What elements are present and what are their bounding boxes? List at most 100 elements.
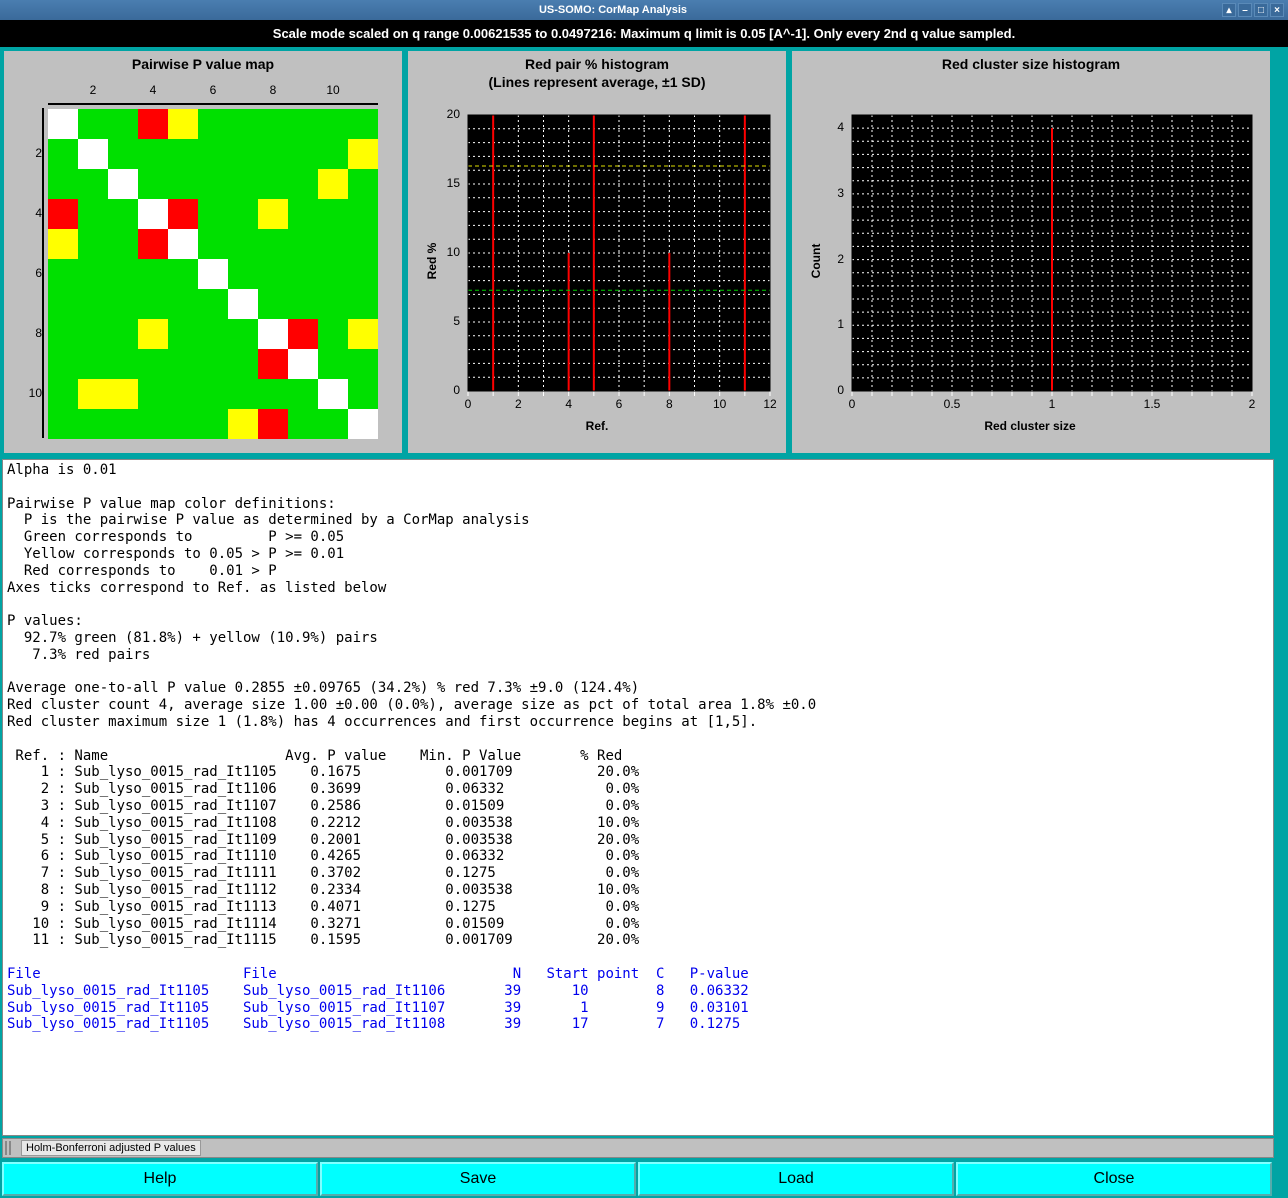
heatmap-cell xyxy=(348,409,378,439)
heatmap-cell xyxy=(228,139,258,169)
heatmap-cell xyxy=(258,349,288,379)
heatmap-cell xyxy=(228,199,258,229)
heatmap-cell xyxy=(48,379,78,409)
heatmap-cell xyxy=(138,109,168,139)
heatmap-cell xyxy=(78,109,108,139)
heatmap-cell xyxy=(48,409,78,439)
heatmap-cell xyxy=(288,379,318,409)
rollup-icon[interactable]: ▴ xyxy=(1222,3,1236,17)
heatmap-cell xyxy=(348,139,378,169)
heatmap-cell xyxy=(198,109,228,139)
minimize-icon[interactable]: – xyxy=(1238,3,1252,17)
heatmap-cell xyxy=(168,319,198,349)
heatmap-cell xyxy=(48,259,78,289)
heatmap-cell xyxy=(318,379,348,409)
close-icon[interactable]: × xyxy=(1270,3,1284,17)
scale-banner: Scale mode scaled on q range 0.00621535 … xyxy=(0,20,1288,47)
heatmap-cell xyxy=(348,109,378,139)
histogram-plot[interactable]: 02468101205101520Ref.Red % xyxy=(412,95,782,449)
heatmap-cell xyxy=(48,199,78,229)
heatmap-cell xyxy=(168,349,198,379)
heatmap-cell xyxy=(288,169,318,199)
heatmap-cell xyxy=(198,409,228,439)
heatmap-cell xyxy=(348,169,378,199)
heatmap-cell xyxy=(348,229,378,259)
heatmap-cell xyxy=(138,199,168,229)
pairwise-plot[interactable]: 246810246810 xyxy=(8,77,398,449)
heatmap-cell xyxy=(288,289,318,319)
heatmap-cell xyxy=(348,289,378,319)
heatmap-cell xyxy=(138,379,168,409)
heatmap-cell xyxy=(168,169,198,199)
heatmap-cell xyxy=(48,109,78,139)
pairwise-panel: Pairwise P value map 246810246810 xyxy=(4,51,402,453)
heatmap-cell xyxy=(198,319,228,349)
maximize-icon[interactable]: □ xyxy=(1254,3,1268,17)
heatmap-cell xyxy=(168,109,198,139)
statusbar: Holm-Bonferroni adjusted P values xyxy=(2,1138,1274,1158)
save-button[interactable]: Save xyxy=(320,1162,636,1196)
heatmap-cell xyxy=(108,379,138,409)
heatmap-cell xyxy=(348,199,378,229)
histogram-title: Red pair % histogram(Lines represent ave… xyxy=(412,55,782,91)
heatmap-cell xyxy=(78,319,108,349)
heatmap-cell xyxy=(108,169,138,199)
heatmap-cell xyxy=(348,379,378,409)
heatmap-cell xyxy=(318,169,348,199)
heatmap-cell xyxy=(318,409,348,439)
heatmap-cell xyxy=(318,199,348,229)
heatmap-cell xyxy=(78,259,108,289)
heatmap-cell xyxy=(288,109,318,139)
heatmap-cell xyxy=(288,259,318,289)
heatmap-cell xyxy=(228,289,258,319)
heatmap-cell xyxy=(348,259,378,289)
heatmap-cell xyxy=(318,139,348,169)
heatmap-cell xyxy=(48,289,78,319)
heatmap-cell xyxy=(228,229,258,259)
statusbar-handle-icon[interactable] xyxy=(5,1141,17,1155)
heatmap-cell xyxy=(138,409,168,439)
close-button[interactable]: Close xyxy=(956,1162,1272,1196)
heatmap-cell xyxy=(138,289,168,319)
heatmap-cell xyxy=(78,229,108,259)
heatmap-cell xyxy=(318,349,348,379)
heatmap-cell xyxy=(48,139,78,169)
heatmap-cell xyxy=(198,199,228,229)
heatmap-cell xyxy=(288,319,318,349)
load-button[interactable]: Load xyxy=(638,1162,954,1196)
help-button[interactable]: Help xyxy=(2,1162,318,1196)
titlebar: US-SOMO: CorMap Analysis ▴ – □ × xyxy=(0,0,1288,20)
heatmap-cell xyxy=(168,199,198,229)
heatmap-cell xyxy=(228,259,258,289)
heatmap-cell xyxy=(78,379,108,409)
heatmap-cell xyxy=(108,109,138,139)
heatmap-cell xyxy=(318,319,348,349)
heatmap-cell xyxy=(198,139,228,169)
heatmap-cell xyxy=(258,409,288,439)
heatmap-cell xyxy=(108,139,138,169)
heatmap-cell xyxy=(258,229,288,259)
heatmap-cell xyxy=(168,259,198,289)
button-bar: Help Save Load Close xyxy=(0,1160,1274,1198)
cluster-panel: Red cluster size histogram 00.511.520123… xyxy=(792,51,1270,453)
heatmap-cell xyxy=(108,349,138,379)
heatmap-cell xyxy=(48,229,78,259)
heatmap-cell xyxy=(108,199,138,229)
heatmap-cell xyxy=(108,319,138,349)
heatmap-cell xyxy=(228,109,258,139)
heatmap-cell xyxy=(228,319,258,349)
heatmap-cell xyxy=(48,349,78,379)
heatmap-cell xyxy=(258,289,288,319)
cluster-plot[interactable]: 00.511.5201234Red cluster sizeCount xyxy=(796,95,1266,449)
heatmap-cell xyxy=(288,349,318,379)
heatmap-cell xyxy=(258,319,288,349)
report-text[interactable]: Alpha is 0.01 Pairwise P value map color… xyxy=(2,459,1274,1136)
status-text: Holm-Bonferroni adjusted P values xyxy=(21,1140,201,1156)
heatmap-cell xyxy=(228,169,258,199)
heatmap-cell xyxy=(198,229,228,259)
heatmap-cell xyxy=(78,349,108,379)
cluster-title: Red cluster size histogram xyxy=(796,55,1266,73)
heatmap-cell xyxy=(198,169,228,199)
heatmap-cell xyxy=(258,169,288,199)
heatmap-cell xyxy=(48,319,78,349)
